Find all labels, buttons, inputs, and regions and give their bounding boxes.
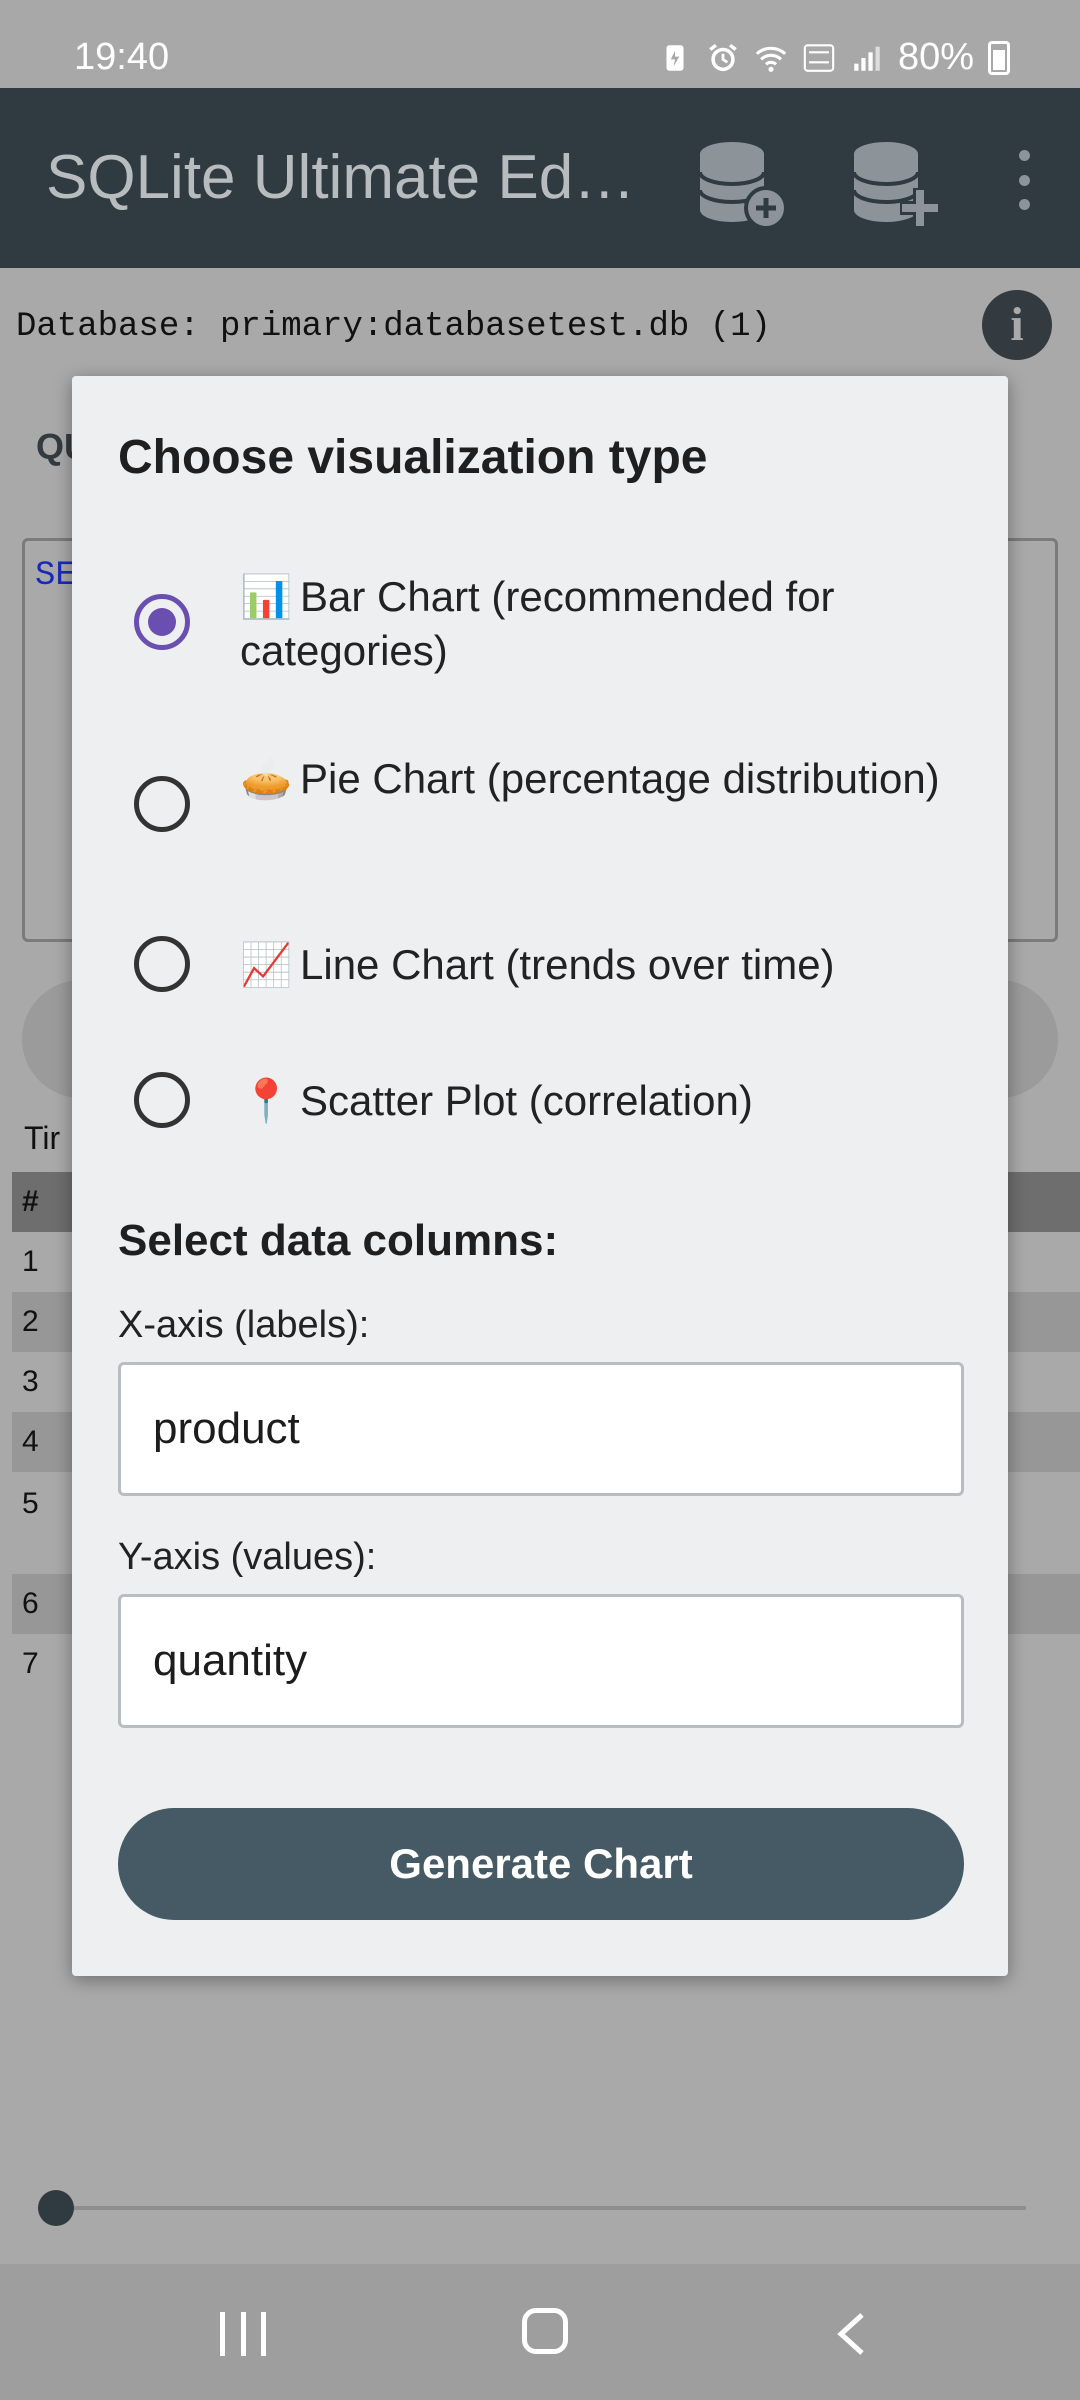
status-icons: 80% (658, 36, 1010, 79)
alarm-icon (709, 43, 737, 71)
radio-bar-chart[interactable] (134, 594, 190, 650)
add-database-icon[interactable] (690, 132, 790, 232)
option-label-pie-chart[interactable]: 🥧 Pie Chart (percentage distribution) (240, 752, 940, 806)
columns-section-title: Select data columns: (118, 1216, 559, 1265)
new-database-icon[interactable] (844, 132, 944, 232)
wifi-icon (755, 46, 787, 72)
recent-apps-icon[interactable] (220, 2312, 266, 2356)
generate-chart-button[interactable]: Generate Chart (118, 1808, 964, 1920)
battery-saver-icon (666, 44, 684, 71)
app-title: SQLite Ultimate Edit... (46, 143, 646, 212)
x-axis-label: X-axis (labels): (118, 1304, 370, 1346)
navigation-bar (0, 2264, 1080, 2400)
y-axis-field[interactable]: quantity (118, 1594, 964, 1728)
more-options-icon[interactable] (1014, 150, 1034, 210)
info-icon[interactable]: i (982, 290, 1052, 360)
sql-editor-text: SE (35, 557, 76, 595)
bar-chart-icon: 📊 (240, 573, 293, 620)
dialog-title: Choose visualization type (118, 431, 708, 484)
execution-time-label: Tir (24, 1120, 61, 1156)
radio-pie-chart[interactable] (134, 776, 190, 832)
home-icon[interactable] (522, 2308, 568, 2354)
back-icon[interactable] (836, 2312, 866, 2356)
scroll-slider-track[interactable] (56, 2206, 1026, 2210)
option-label-line-chart[interactable]: 📈 Line Chart (trends over time) (240, 938, 940, 992)
option-label-bar-chart[interactable]: 📊 Bar Chart (recommended for categories) (240, 570, 940, 678)
line-chart-icon: 📈 (240, 941, 293, 988)
scroll-slider-thumb[interactable] (38, 2190, 74, 2226)
status-time: 19:40 (74, 36, 170, 78)
battery-icon (988, 40, 1010, 75)
radio-line-chart[interactable] (134, 936, 190, 992)
signal-icon (854, 46, 880, 71)
radio-scatter-plot[interactable] (134, 1072, 190, 1128)
pin-icon: 📍 (240, 1077, 293, 1124)
database-label: Database: primary:databasetest.db (1) (16, 308, 771, 346)
status-bar: 19:40 80% (0, 0, 1080, 88)
x-axis-field[interactable]: product (118, 1362, 964, 1496)
option-label-scatter-plot[interactable]: 📍 Scatter Plot (correlation) (240, 1074, 940, 1128)
volte-icon (803, 43, 835, 72)
y-axis-label: Y-axis (values): (118, 1536, 377, 1578)
battery-percent: 80% (897, 36, 974, 78)
pie-icon: 🥧 (240, 755, 293, 802)
visualization-dialog: Choose visualization type 📊 Bar Chart (re… (72, 376, 1008, 1976)
app-bar: SQLite Ultimate Edit... (0, 88, 1080, 268)
